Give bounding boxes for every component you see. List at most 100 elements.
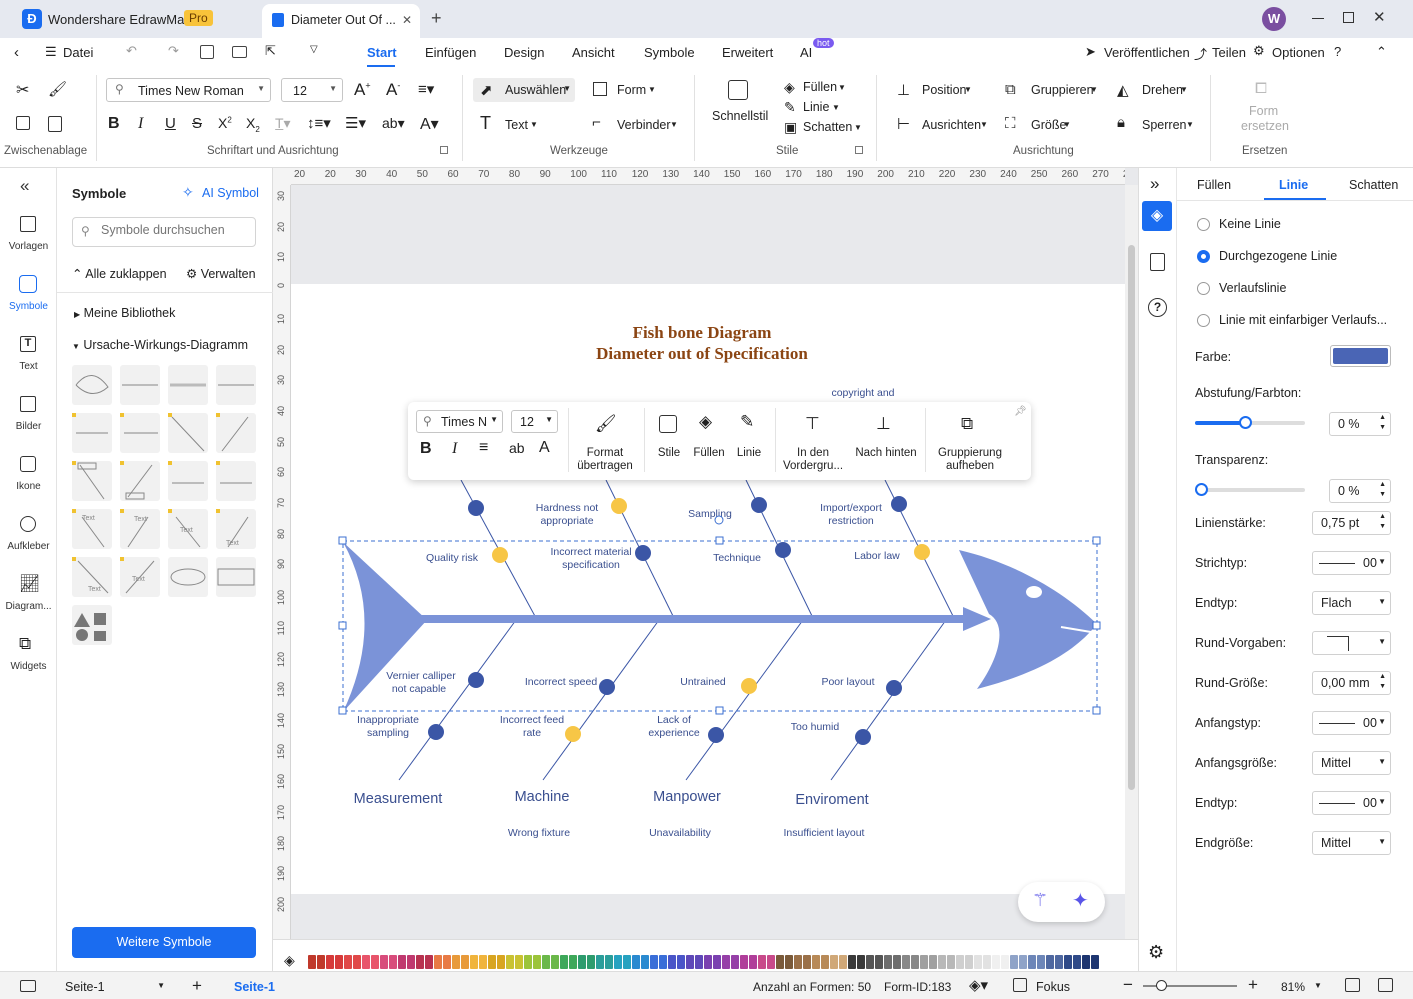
palette-swatch[interactable]: [704, 955, 712, 969]
copy-icon[interactable]: [16, 116, 30, 130]
options-gear-icon[interactable]: ⚙: [1253, 43, 1265, 59]
endcap-select[interactable]: Flach ▼: [1312, 591, 1391, 615]
palette-swatch[interactable]: [308, 955, 316, 969]
radio-no-line[interactable]: [1197, 218, 1210, 231]
palette-swatch[interactable]: [686, 955, 694, 969]
palette-swatch[interactable]: [875, 955, 883, 969]
page-select[interactable]: Seite-1 ▼: [57, 978, 169, 998]
ft-front-icon[interactable]: ⊤: [805, 414, 820, 434]
palette-swatch[interactable]: [425, 955, 433, 969]
text-tool-icon[interactable]: T: [480, 113, 491, 134]
minimize-icon[interactable]: [1312, 18, 1324, 19]
palette-swatch[interactable]: [983, 955, 991, 969]
ft-size-select[interactable]: 12 ▼: [511, 410, 558, 433]
palette-swatch[interactable]: [452, 955, 460, 969]
palette-swatch[interactable]: [497, 955, 505, 969]
format-painter-icon[interactable]: 🖌: [48, 80, 67, 98]
ft-styles[interactable]: Stile: [653, 447, 685, 460]
tab-line[interactable]: Linie: [1279, 178, 1308, 192]
ft-highlight-icon[interactable]: ab: [509, 440, 525, 456]
palette-swatch[interactable]: [821, 955, 829, 969]
palette-swatch[interactable]: [443, 955, 451, 969]
nav-text[interactable]: Text: [0, 361, 57, 372]
align-shapes-icon[interactable]: ⊢: [897, 115, 910, 133]
palette-swatch[interactable]: [641, 955, 649, 969]
palette-swatch[interactable]: [749, 955, 757, 969]
nav-images[interactable]: Bilder: [0, 421, 57, 432]
nav-symbols[interactable]: Symbole: [0, 301, 57, 312]
text-tool-label[interactable]: Text: [505, 118, 528, 132]
styles-dialog-icon[interactable]: [855, 146, 863, 154]
zoom-in-icon[interactable]: +: [1248, 975, 1258, 995]
select-button[interactable]: ⬈ Auswählen ▼: [473, 78, 575, 102]
end-size-select[interactable]: Mittel ▼: [1312, 831, 1391, 855]
font-size-select[interactable]: 12 ▼: [281, 78, 343, 102]
palette-swatch[interactable]: [389, 955, 397, 969]
export-icon[interactable]: ⇱: [265, 43, 276, 59]
palette-swatch[interactable]: [605, 955, 613, 969]
palette-swatch[interactable]: [767, 955, 775, 969]
ft-ungroup-icon[interactable]: ⧉: [961, 414, 973, 434]
palette-swatch[interactable]: [803, 955, 811, 969]
nav-diagram[interactable]: Diagram...: [0, 601, 57, 612]
palette-swatch[interactable]: [974, 955, 982, 969]
palette-swatch[interactable]: [1019, 955, 1027, 969]
underline-icon[interactable]: U: [165, 115, 176, 132]
round-presets-select[interactable]: ▼: [1312, 631, 1391, 655]
ft-styles-icon[interactable]: [659, 415, 677, 433]
connector-icon[interactable]: ⌐: [592, 114, 601, 131]
palette-swatch[interactable]: [920, 955, 928, 969]
ft-line-icon[interactable]: ✎: [740, 412, 754, 432]
rotate-icon[interactable]: ◭: [1117, 81, 1129, 99]
ft-format-painter-icon[interactable]: 🖌: [595, 414, 617, 434]
palette-swatch[interactable]: [866, 955, 874, 969]
ft-font-select[interactable]: ⚲ Times N ▼: [416, 410, 503, 433]
ft-send-back[interactable]: Nach hinten: [851, 447, 921, 460]
palette-swatch[interactable]: [542, 955, 550, 969]
focus-button[interactable]: Fokus: [1036, 980, 1070, 994]
palette-swatch[interactable]: [785, 955, 793, 969]
page-tab[interactable]: Seite-1: [234, 980, 275, 994]
palette-swatch[interactable]: [731, 955, 739, 969]
palette-swatch[interactable]: [470, 955, 478, 969]
ft-pin-icon[interactable]: 📌︎: [1014, 406, 1027, 417]
palette-swatch[interactable]: [902, 955, 910, 969]
fill-bucket-icon[interactable]: ◈: [284, 952, 295, 969]
zoom-slider[interactable]: [1143, 980, 1237, 991]
superscript-icon[interactable]: X2: [218, 115, 232, 131]
palette-swatch[interactable]: [956, 955, 964, 969]
fishbone-diagram[interactable]: Fish bone Diagram Diameter out of Specif…: [291, 284, 1125, 894]
palette-swatch[interactable]: [353, 955, 361, 969]
help-icon[interactable]: ?: [1334, 44, 1341, 59]
shade-input[interactable]: 0 % ▲ ▼: [1329, 412, 1391, 436]
palette-swatch[interactable]: [1037, 955, 1045, 969]
palette-swatch[interactable]: [929, 955, 937, 969]
palette-swatch[interactable]: [1082, 955, 1090, 969]
nav-icons[interactable]: Ikone: [0, 481, 57, 492]
ai-wand-icon[interactable]: ⚚: [1032, 890, 1048, 911]
more-icon[interactable]: ▽: [310, 44, 318, 55]
palette-swatch[interactable]: [722, 955, 730, 969]
palette-swatch[interactable]: [911, 955, 919, 969]
symbol-search-input[interactable]: [101, 223, 249, 237]
ft-fill[interactable]: Füllen: [690, 447, 728, 460]
focus-icon[interactable]: [1013, 978, 1027, 992]
avatar[interactable]: W: [1262, 7, 1286, 31]
palette-swatch[interactable]: [533, 955, 541, 969]
radio-single-gradient[interactable]: [1197, 314, 1210, 327]
group-shapes-label[interactable]: Gruppieren: [1031, 83, 1094, 97]
fill-label[interactable]: Füllen: [803, 80, 837, 94]
palette-swatch[interactable]: [587, 955, 595, 969]
close-window-icon[interactable]: ✕: [1373, 8, 1386, 26]
close-tab-icon[interactable]: ✕: [402, 13, 412, 27]
nav-templates[interactable]: Vorlagen: [0, 241, 57, 252]
my-library[interactable]: ▶ Meine Bibliothek: [74, 306, 175, 320]
save-icon[interactable]: [200, 45, 214, 59]
palette-swatch[interactable]: [434, 955, 442, 969]
font-dialog-icon[interactable]: [440, 146, 448, 154]
palette-swatch[interactable]: [380, 955, 388, 969]
rotate-label[interactable]: Drehen: [1142, 83, 1183, 97]
panel-toggle-icon[interactable]: [20, 980, 36, 992]
ai-symbol-button[interactable]: AI Symbol: [202, 186, 259, 200]
tab-ai[interactable]: AI: [800, 45, 812, 60]
